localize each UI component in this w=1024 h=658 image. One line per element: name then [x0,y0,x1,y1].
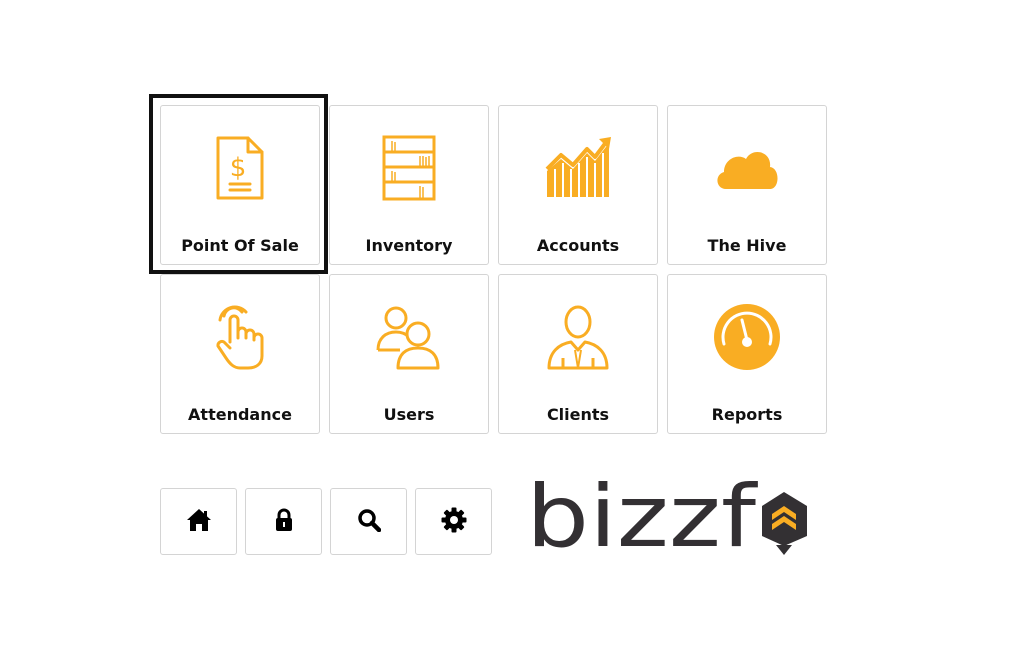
client-icon [499,301,657,373]
home-icon [186,508,212,536]
settings-button[interactable] [415,488,492,555]
svg-text:$: $ [230,153,247,183]
tile-label: Reports [711,405,783,424]
tile-label: Clients [546,405,610,424]
tile-attendance[interactable]: Attendance [160,274,320,434]
gear-icon [441,507,467,537]
tile-label: Accounts [536,236,620,255]
cloud-icon [668,132,826,204]
tile-label: Inventory [365,236,453,255]
tile-the-hive[interactable]: The Hive [667,105,827,265]
tile-clients[interactable]: Clients [498,274,658,434]
tile-accounts[interactable]: Accounts [498,105,658,265]
home-button[interactable] [160,488,237,555]
app-launcher: $ Point Of Sale Inventory Accounts The H… [0,0,1024,658]
tile-label: Attendance [188,405,292,424]
search-button[interactable] [330,488,407,555]
tile-label: Point Of Sale [181,236,299,255]
tile-users[interactable]: Users [329,274,489,434]
bookshelf-icon [330,132,488,204]
tile-inventory[interactable]: Inventory [329,105,489,265]
pos-receipt-icon: $ [161,132,319,204]
tile-reports[interactable]: Reports [667,274,827,434]
lock-button[interactable] [245,488,322,555]
lock-icon [275,508,293,536]
tile-label: Users [383,405,435,424]
logo-text: bizzf [526,472,758,562]
gauge-icon [668,301,826,373]
bee-shield-icon [762,492,807,555]
growth-chart-icon [499,132,657,204]
users-icon [330,301,488,373]
bizzfo-logo: bizzf [526,467,816,567]
search-icon [357,508,381,536]
pointing-hand-icon [161,301,319,373]
tile-label: The Hive [707,236,787,255]
tile-point-of-sale[interactable]: $ Point Of Sale [160,105,320,265]
